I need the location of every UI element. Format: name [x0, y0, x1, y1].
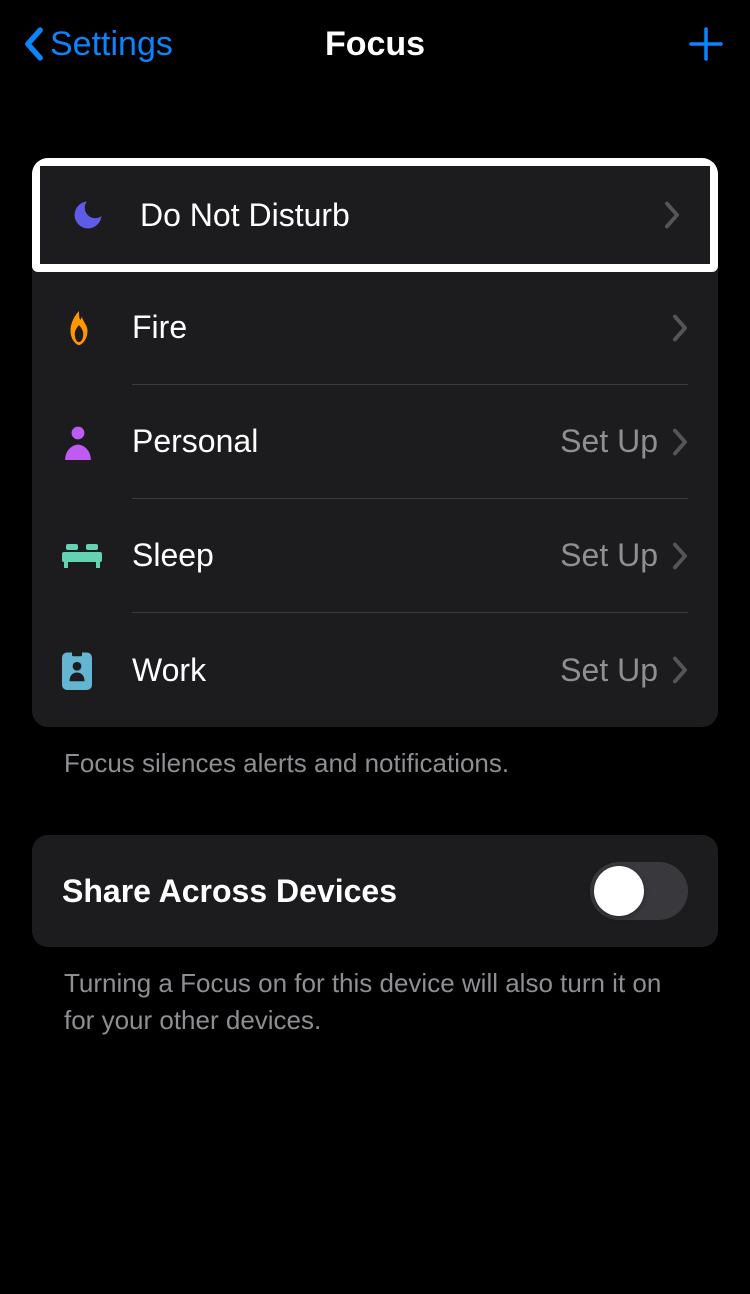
badge-icon	[62, 650, 132, 690]
toggle-knob	[594, 866, 644, 916]
focus-row-personal[interactable]: Personal Set Up	[32, 385, 718, 499]
share-row: Share Across Devices	[32, 835, 718, 947]
focus-trailing: Set Up	[560, 537, 658, 574]
share-group: Share Across Devices	[32, 835, 718, 947]
focus-label: Work	[132, 652, 560, 689]
focus-list-footer: Focus silences alerts and notifications.	[32, 727, 718, 799]
fire-icon	[62, 308, 132, 348]
bed-icon	[62, 542, 132, 570]
chevron-right-icon	[672, 314, 688, 342]
content: Do Not Disturb Fire	[0, 88, 750, 1056]
chevron-right-icon	[672, 428, 688, 456]
page-title: Focus	[325, 25, 425, 64]
focus-label: Do Not Disturb	[140, 197, 650, 234]
chevron-right-icon	[664, 201, 680, 229]
focus-row-fire[interactable]: Fire	[32, 271, 718, 385]
share-footer: Turning a Focus on for this device will …	[32, 947, 718, 1056]
chevron-back-icon	[24, 27, 44, 61]
back-button[interactable]: Settings	[24, 25, 173, 64]
focus-row-do-not-disturb[interactable]: Do Not Disturb	[40, 166, 710, 264]
header: Settings Focus	[0, 0, 750, 88]
moon-icon	[70, 197, 140, 233]
add-button[interactable]	[686, 24, 726, 64]
chevron-right-icon	[672, 542, 688, 570]
focus-trailing: Set Up	[560, 423, 658, 460]
person-icon	[62, 424, 132, 460]
plus-icon	[687, 25, 725, 63]
share-label: Share Across Devices	[62, 873, 397, 910]
chevron-right-icon	[672, 656, 688, 684]
focus-label: Personal	[132, 423, 560, 460]
focus-row-work[interactable]: Work Set Up	[32, 613, 718, 727]
focus-list: Do Not Disturb Fire	[32, 158, 718, 727]
highlighted-row: Do Not Disturb	[32, 158, 718, 272]
focus-trailing: Set Up	[560, 652, 658, 689]
back-label: Settings	[50, 25, 173, 64]
focus-label: Sleep	[132, 537, 560, 574]
share-toggle[interactable]	[590, 862, 688, 920]
focus-label: Fire	[132, 309, 658, 346]
focus-row-sleep[interactable]: Sleep Set Up	[32, 499, 718, 613]
